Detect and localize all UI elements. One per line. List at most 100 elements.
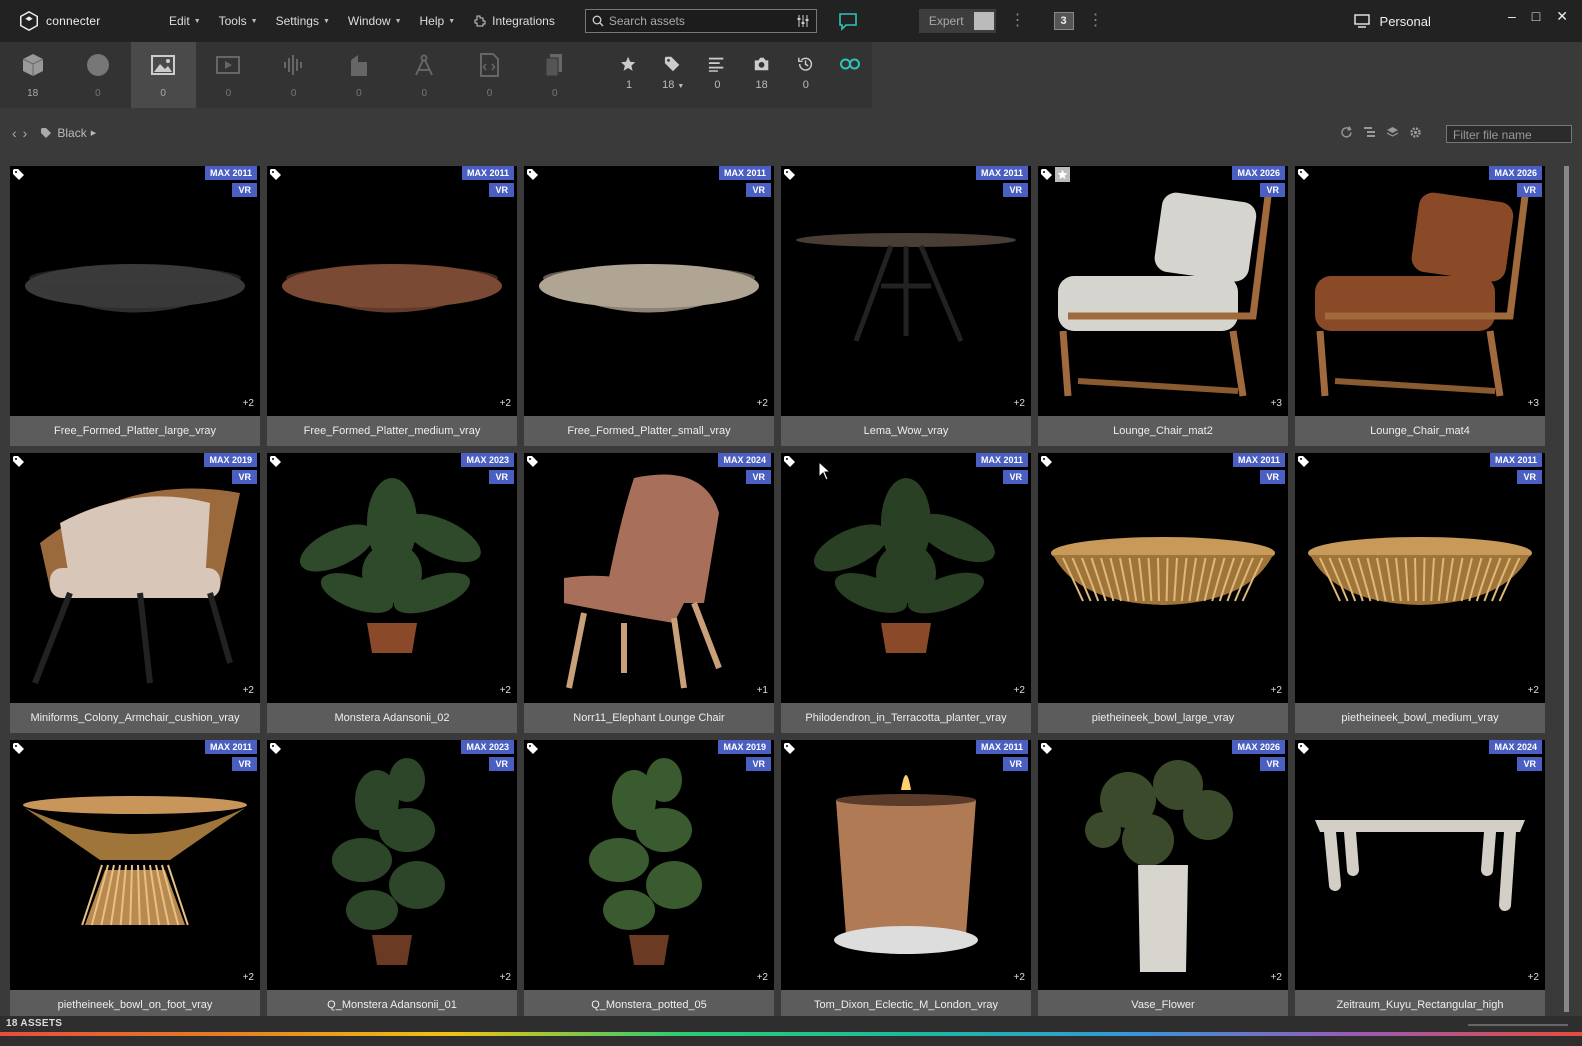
scrollbar-thumb[interactable] [1564,166,1569,1012]
filter-tag[interactable]: 18 ▼ [651,42,695,108]
asset-card[interactable]: MAX 2011 VR +2 pietheineek_bowl_on_foot_vra… [10,740,260,1020]
tag-icon[interactable] [784,456,795,467]
tree-view-icon[interactable] [1363,126,1376,139]
expert-toggle[interactable]: Expert [918,9,996,33]
asset-thumbnail[interactable] [781,166,1031,416]
tag-icon[interactable] [527,743,538,754]
type-filter-sphere[interactable]: 0 [65,42,130,108]
asset-thumbnail[interactable] [267,740,517,990]
integrations-button[interactable]: Integrations [474,14,555,28]
chat-icon[interactable] [837,10,859,32]
search-filter-icon[interactable] [796,15,810,27]
type-filter-cube[interactable]: 18 [0,42,65,108]
menu-tools[interactable]: Tools ▼ [210,14,267,28]
filter-file-input[interactable] [1453,127,1565,143]
tag-icon[interactable] [1041,743,1052,754]
tag-icon[interactable] [270,743,281,754]
breadcrumb[interactable]: Black ▶ [41,126,96,140]
tag-icon[interactable] [13,456,24,467]
workspace-selector[interactable]: Personal [1353,14,1431,29]
asset-card[interactable]: MAX 2026 VR +2 Vase_Flower [1038,740,1288,1020]
asset-thumbnail[interactable] [267,166,517,416]
filter-history[interactable]: 0 [784,42,828,108]
asset-thumbnail[interactable] [524,166,774,416]
tag-icon[interactable] [13,743,24,754]
tag-icon[interactable] [1041,456,1052,467]
asset-card[interactable]: MAX 2011 VR +2 Philodendron_in_Terracotta_p… [781,453,1031,733]
asset-card[interactable]: MAX 2011 VR +2 Free_Formed_Platter_medium_v… [267,166,517,446]
asset-card[interactable]: MAX 2011 VR +2 Tom_Dixon_Eclectic_M_London_… [781,740,1031,1020]
asset-thumbnail[interactable] [781,740,1031,990]
notification-badge[interactable]: 3 [1053,12,1074,30]
asset-card[interactable]: MAX 2024 VR +1 Norr11_Elephant Lounge Chair [524,453,774,733]
type-filter-drafting[interactable]: 0 [392,42,457,108]
favorite-star-icon[interactable] [1055,167,1070,182]
menu-settings[interactable]: Settings ▼ [267,14,339,28]
asset-card[interactable]: MAX 2024 VR +2 Zeitraum_Kuyu_Rectangular_hi… [1295,740,1545,1020]
filter-star[interactable]: 1 [607,42,651,108]
tag-icon[interactable] [527,456,538,467]
tag-icon[interactable] [784,743,795,754]
tag-icon[interactable] [270,169,281,180]
filter-list[interactable]: 0 [695,42,739,108]
forward-button[interactable]: › [23,125,28,141]
asset-thumbnail[interactable] [267,453,517,703]
asset-card[interactable]: MAX 2011 VR +2 Free_Formed_Platter_large_vr… [10,166,260,446]
asset-thumbnail[interactable] [10,740,260,990]
close-button[interactable]: ✕ [1556,8,1568,25]
tag-icon[interactable] [527,169,538,180]
asset-card[interactable]: MAX 2011 VR +2 pietheineek_bowl_large_vray [1038,453,1288,733]
menu-help[interactable]: Help ▼ [411,14,465,28]
asset-thumbnail[interactable] [1295,740,1545,990]
type-filter-documents[interactable]: 0 [522,42,587,108]
asset-card[interactable]: MAX 2026 VR +3 Lounge_Chair_mat2 [1038,166,1288,446]
more-options-icon-2[interactable]: ⋮ [1088,13,1104,29]
asset-card[interactable]: MAX 2023 VR +2 Monstera Adansonii_02 [267,453,517,733]
asset-thumbnail[interactable] [781,453,1031,703]
tag-icon[interactable] [1298,169,1309,180]
menu-window[interactable]: Window ▼ [339,14,411,28]
app-logo[interactable]: connecter [18,10,148,32]
asset-thumbnail[interactable] [1038,453,1288,703]
asset-thumbnail[interactable] [1038,740,1288,990]
menu-edit[interactable]: Edit ▼ [160,14,210,28]
tag-icon[interactable] [13,169,24,180]
refresh-icon[interactable] [1340,126,1353,139]
tag-icon[interactable] [1041,169,1052,180]
asset-thumbnail[interactable] [1038,166,1288,416]
maximize-button[interactable]: □ [1532,8,1540,25]
search-input[interactable] [608,14,796,28]
back-button[interactable]: ‹ [12,125,17,141]
type-filter-building[interactable]: 0 [326,42,391,108]
type-filter-audio[interactable]: 0 [261,42,326,108]
tag-icon[interactable] [270,456,281,467]
asset-thumbnail[interactable] [10,453,260,703]
tag-icon[interactable] [1298,743,1309,754]
filter-infinity[interactable] [828,42,872,108]
thumbnail-size-slider[interactable] [1468,1024,1568,1026]
filter-file-name[interactable] [1446,125,1572,143]
vertical-scrollbar[interactable] [1564,166,1569,1012]
asset-card[interactable]: MAX 2026 VR +3 Lounge_Chair_mat4 [1295,166,1545,446]
asset-card[interactable]: MAX 2023 VR +2 Q_Monstera Adansonii_01 [267,740,517,1020]
asset-thumbnail[interactable] [524,453,774,703]
layers-icon[interactable] [1386,126,1399,139]
asset-thumbnail[interactable] [524,740,774,990]
asset-thumbnail[interactable] [1295,453,1545,703]
type-filter-video[interactable]: 0 [196,42,261,108]
asset-thumbnail[interactable] [1295,166,1545,416]
type-filter-image[interactable]: 0 [130,42,196,108]
filter-camera[interactable]: 18 [740,42,784,108]
settings-gear-icon[interactable] [1409,126,1422,139]
tag-icon[interactable] [784,169,795,180]
expert-switch[interactable] [973,12,994,30]
tag-icon[interactable] [1298,456,1309,467]
asset-card[interactable]: MAX 2019 VR +2 Miniforms_Colony_Armchair_cu… [10,453,260,733]
asset-card[interactable]: MAX 2011 VR +2 Lema_Wow_vray [781,166,1031,446]
asset-card[interactable]: MAX 2011 VR +2 Free_Formed_Platter_small_vr… [524,166,774,446]
asset-card[interactable]: MAX 2019 VR +2 Q_Monstera_potted_05 [524,740,774,1020]
more-options-icon[interactable]: ⋮ [1010,13,1026,29]
search-box[interactable] [584,9,817,33]
asset-thumbnail[interactable] [10,166,260,416]
type-filter-code-file[interactable]: 0 [457,42,522,108]
